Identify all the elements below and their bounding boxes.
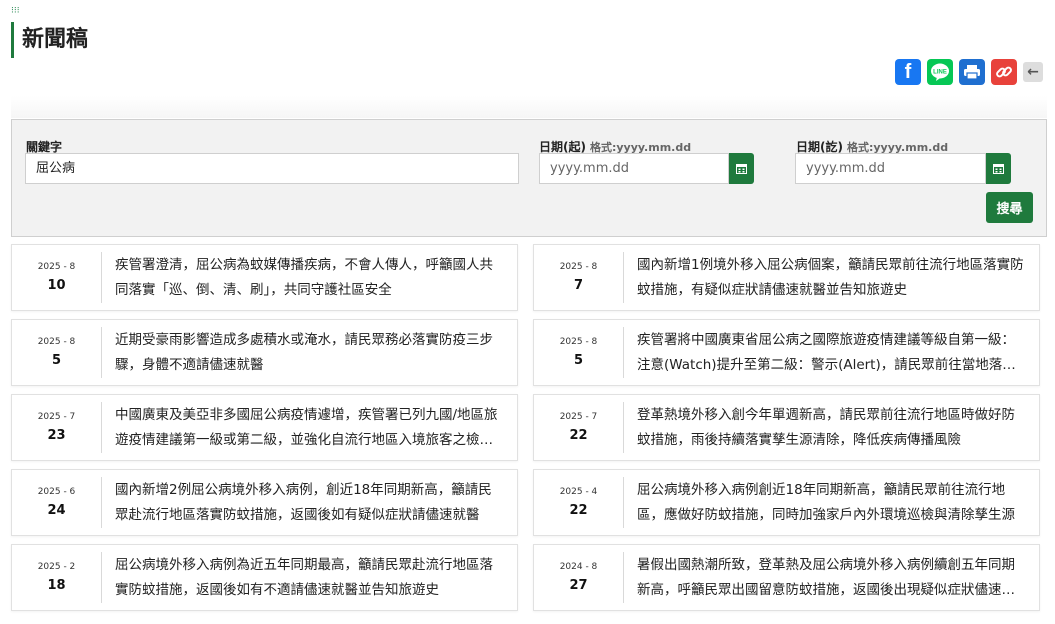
start-date-calendar-button[interactable] — [729, 153, 754, 184]
news-title-link[interactable]: 國內新增1例境外移入屈公病個案，籲請民眾前往流行地區落實防蚊措施，有疑似症狀請儘… — [624, 253, 1039, 303]
news-title-link[interactable]: 近期受豪雨影響造成多處積水或淹水，請民眾務必落實防疫三步驟，身體不適請儘速就醫 — [102, 328, 517, 378]
news-date: 2025 - 7 23 — [37, 412, 76, 443]
page-title: 新聞稿 — [22, 27, 89, 52]
line-share-button[interactable]: LINE — [927, 59, 953, 85]
news-title-link[interactable]: 屈公病境外移入病例為近五年同期最高，籲請民眾赴流行地區落實防蚊措施，返國後如有不… — [102, 553, 517, 603]
news-item[interactable]: 2025 - 8 5 疾管署將中國廣東省屈公病之國際旅遊疫情建議等級自第一級：注意(… — [533, 319, 1040, 386]
decor-dots-icon: ⁝⁝⁝ — [11, 6, 20, 16]
back-arrow-button[interactable]: ← — [1023, 62, 1043, 82]
line-icon: LINE — [931, 63, 949, 81]
news-date: 2025 - 85 — [37, 337, 76, 368]
page-title-bar: 新聞稿 — [11, 22, 88, 58]
news-item[interactable]: 2025 - 6 24 國內新增2例屈公病境外移入病例，創近18年同期新高，籲請民眾… — [11, 469, 518, 536]
header-divider — [11, 96, 1047, 118]
news-date: 2025 - 87 — [559, 262, 598, 293]
news-date: 2025 - 8 10 — [37, 262, 76, 293]
start-date-input[interactable]: yyyy.mm.dd — [539, 153, 729, 184]
arrow-left-icon: ← — [1027, 64, 1039, 80]
print-button[interactable] — [959, 59, 985, 85]
link-icon — [996, 66, 1012, 78]
calendar-icon — [993, 164, 1004, 174]
news-item[interactable]: 2025 - 7 23 中國廣東及美亞非多國屈公病疫情遽增，疾管署已列九國/地區旅遊… — [11, 394, 518, 461]
news-date: 2025 - 4 22 — [559, 487, 598, 518]
print-icon — [964, 65, 980, 80]
news-title-link[interactable]: 疾管署將中國廣東省屈公病之國際旅遊疫情建議等級自第一級：注意(Watch)提升至… — [624, 328, 1039, 378]
svg-text:LINE: LINE — [933, 70, 947, 76]
news-title-link[interactable]: 登革熱境外移入創今年單週新高，請民眾前往流行地區時做好防蚊措施，雨後持續落實孳生… — [624, 403, 1039, 453]
news-item[interactable]: 2025 - 4 22 屈公病境外移入病例創近18年同期新高，籲請民眾前往流行地區，… — [533, 469, 1040, 536]
keyword-input[interactable]: 屈公病 — [25, 153, 519, 184]
news-title-link[interactable]: 疾管署澄清，屈公病為蚊媒傳播疾病，不會人傳人，呼籲國人共同落實「巡、倒、清、刷」… — [102, 253, 517, 303]
news-title-link[interactable]: 國內新增2例屈公病境外移入病例，創近18年同期新高，籲請民眾赴流行地區落實防蚊措… — [102, 478, 517, 528]
share-toolbar: f LINE ← — [895, 59, 1043, 85]
news-item[interactable]: 2025 - 2 18 屈公病境外移入病例為近五年同期最高，籲請民眾赴流行地區落實防… — [11, 544, 518, 611]
news-title-link[interactable]: 中國廣東及美亞非多國屈公病疫情遽增，疾管署已列九國/地區旅遊疫情建議第一級或第二… — [102, 403, 517, 453]
news-date: 2025 - 6 24 — [37, 487, 76, 518]
news-date: 2024 - 8 27 — [559, 562, 598, 593]
news-item[interactable]: 2025 - 8 10 疾管署澄清，屈公病為蚊媒傳播疾病，不會人傳人，呼籲國人共同落… — [11, 244, 518, 311]
news-date: 2025 - 2 18 — [37, 562, 76, 593]
news-list: 2025 - 8 10 疾管署澄清，屈公病為蚊媒傳播疾病，不會人傳人，呼籲國人共同落… — [11, 244, 1041, 611]
facebook-share-button[interactable]: f — [895, 59, 921, 85]
search-panel: 關鍵字 屈公病 日期(起) 格式:yyyy.mm.dd yyyy.mm.dd 日期… — [11, 119, 1047, 237]
end-date-input[interactable]: yyyy.mm.dd — [795, 153, 986, 184]
calendar-icon — [736, 164, 747, 174]
news-date: 2025 - 7 22 — [559, 412, 598, 443]
news-date: 2025 - 85 — [559, 337, 598, 368]
news-title-link[interactable]: 屈公病境外移入病例創近18年同期新高，籲請民眾前往流行地區，應做好防蚊措施，同時… — [624, 478, 1039, 528]
news-item[interactable]: 2024 - 8 27 暑假出國熱潮所致，登革熱及屈公病境外移入病例續創五年同期新高… — [533, 544, 1040, 611]
news-item[interactable]: 2025 - 8 5 近期受豪雨影響造成多處積水或淹水，請民眾務必落實防疫三步驟，身… — [11, 319, 518, 386]
news-item[interactable]: 2025 - 7 22 登革熱境外移入創今年單週新高，請民眾前往流行地區時做好防蚊措… — [533, 394, 1040, 461]
news-item[interactable]: 2025 - 8 7 國內新增1例境外移入屈公病個案，籲請民眾前往流行地區落實防蚊措… — [533, 244, 1040, 311]
search-button[interactable]: 搜尋 — [986, 192, 1033, 223]
facebook-icon: f — [904, 60, 912, 83]
news-title-link[interactable]: 暑假出國熱潮所致，登革熱及屈公病境外移入病例續創五年同期新高，呼籲民眾出國留意防… — [624, 553, 1039, 603]
copy-link-button[interactable] — [991, 59, 1017, 85]
end-date-calendar-button[interactable] — [986, 153, 1011, 184]
